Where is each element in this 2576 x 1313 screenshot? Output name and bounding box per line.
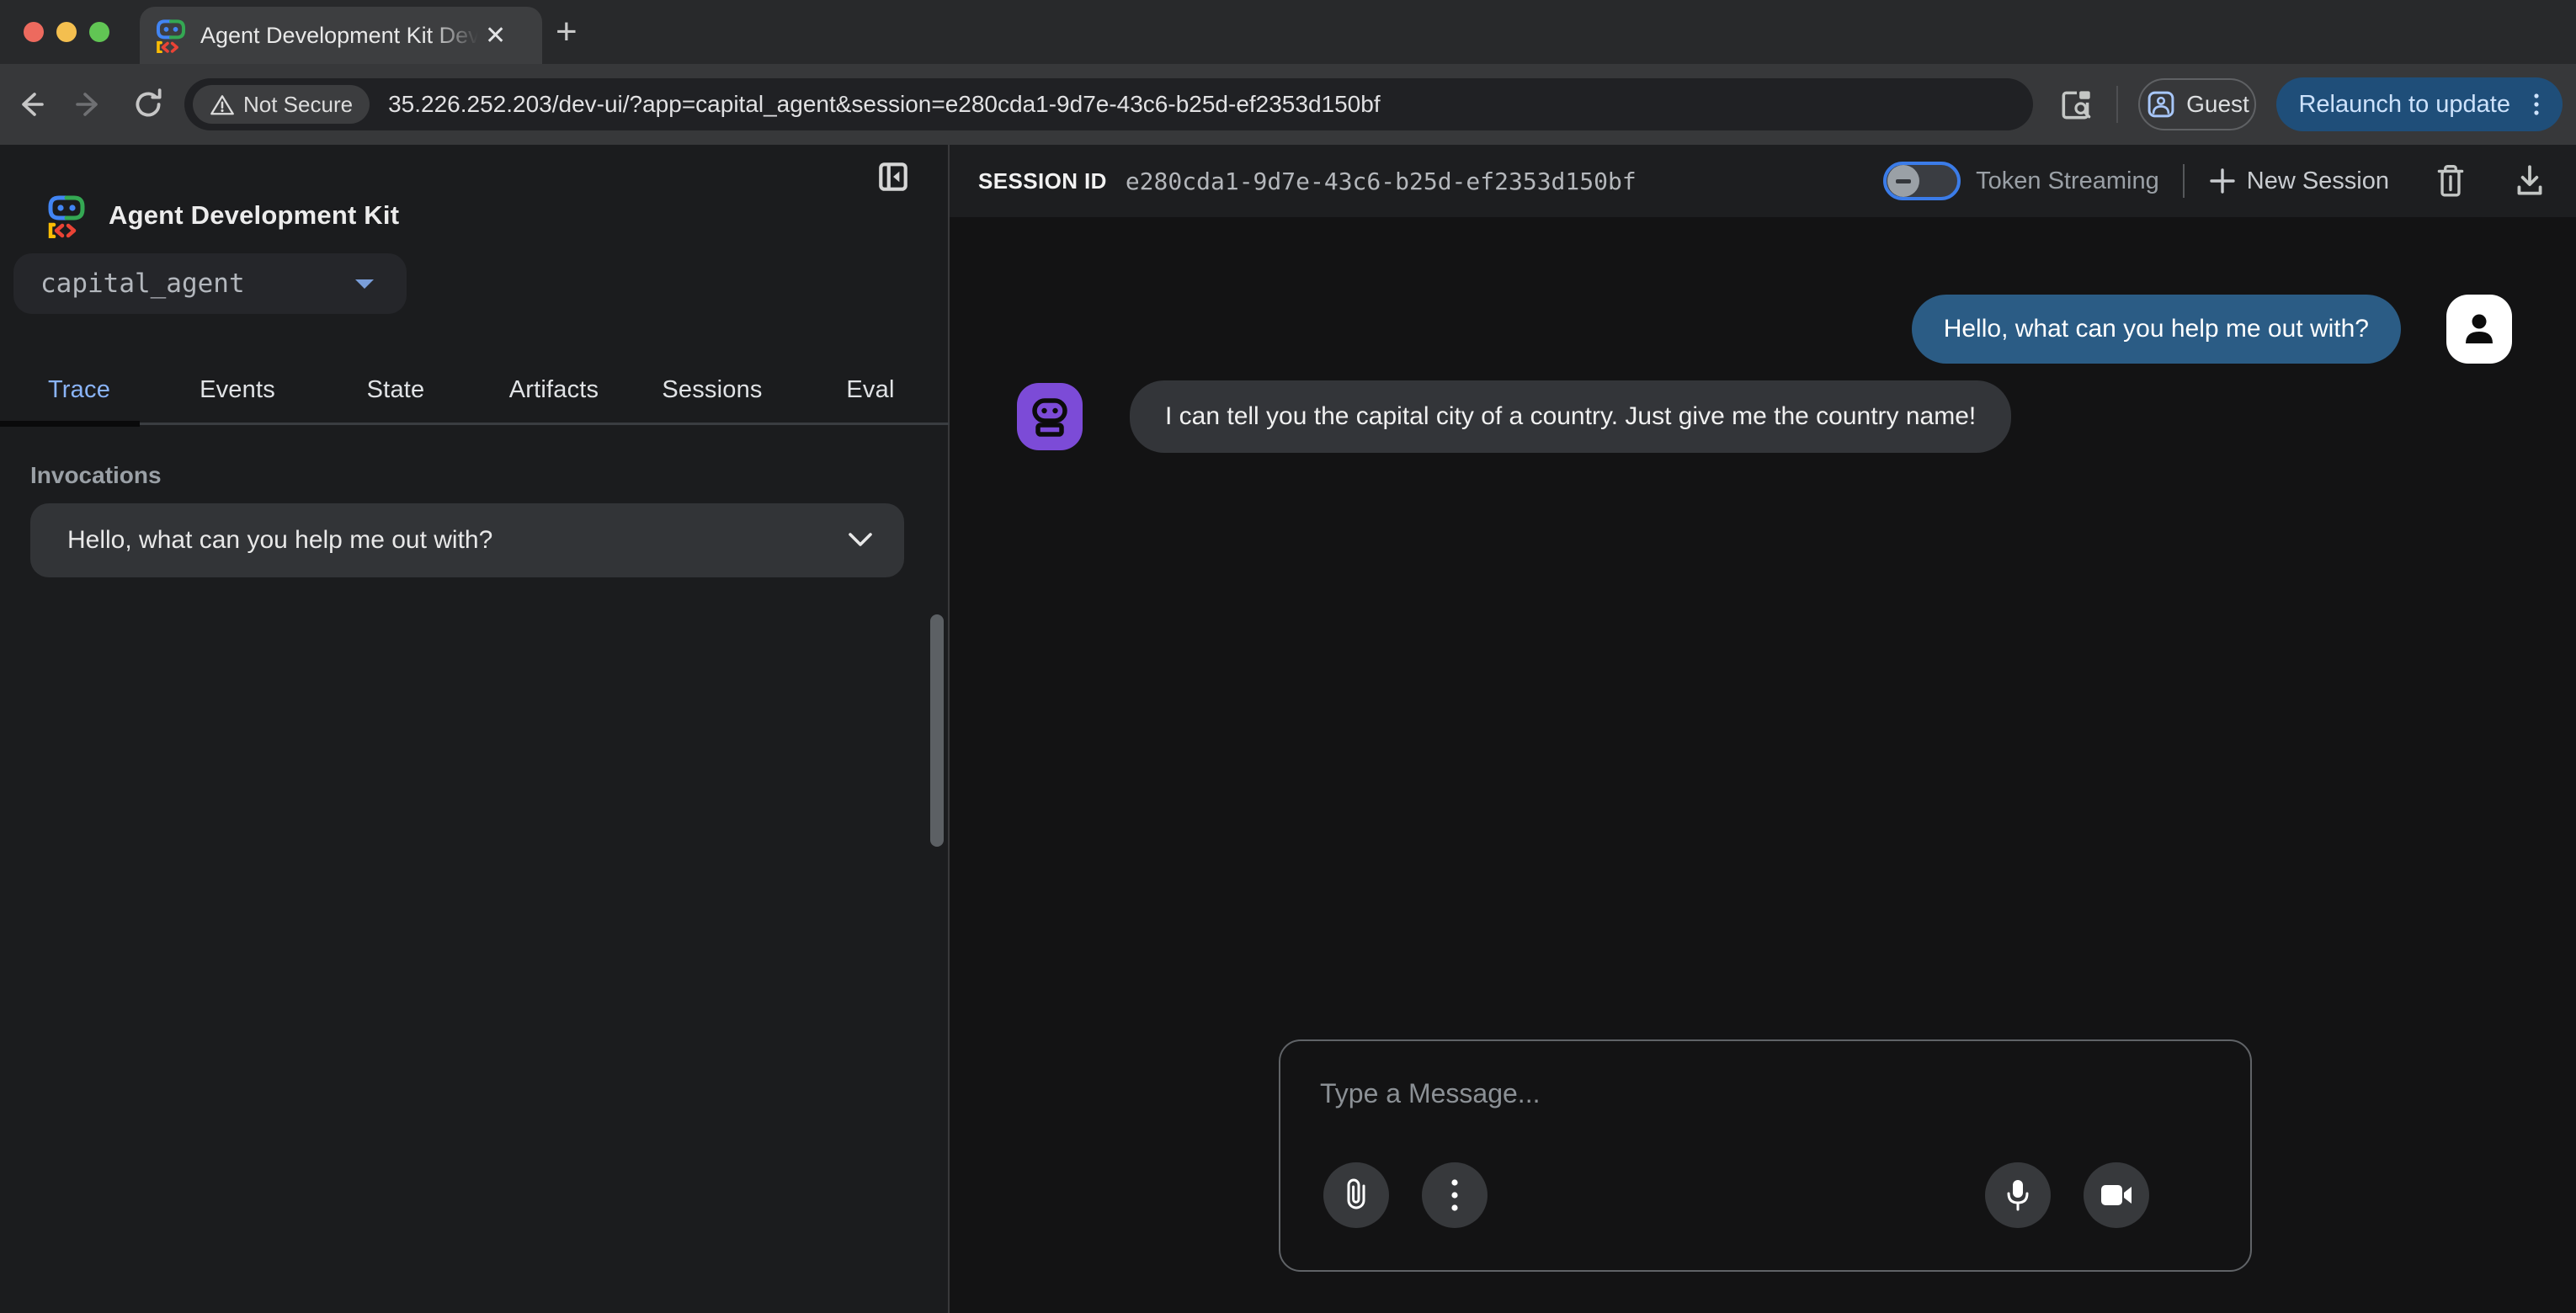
more-vert-icon	[1450, 1177, 1460, 1214]
session-id-label: SESSION ID	[978, 168, 1107, 194]
chat-panel: SESSION ID e280cda1-9d7e-43c6-b25d-ef235…	[950, 145, 2576, 1313]
invocations-heading: Invocations	[30, 462, 162, 489]
invocation-text: Hello, what can you help me out with?	[67, 526, 847, 555]
agent-select-dropdown[interactable]: capital_agent	[13, 253, 407, 314]
microphone-icon	[2002, 1177, 2034, 1214]
plus-icon	[2208, 167, 2237, 195]
user-message-bubble: Hello, what can you help me out with?	[1912, 295, 2401, 364]
toggle-thumb	[1887, 165, 1919, 197]
browser-tab[interactable]: Agent Development Kit Dev UI ✕	[140, 7, 542, 64]
token-streaming-label: Token Streaming	[1976, 167, 2159, 195]
warning-icon	[210, 92, 235, 117]
tab-eval[interactable]: Eval	[791, 358, 950, 423]
tab-artifacts[interactable]: Artifacts	[475, 358, 633, 423]
message-input[interactable]	[1320, 1078, 2162, 1109]
invocation-item[interactable]: Hello, what can you help me out with?	[30, 503, 904, 577]
delete-session-icon[interactable]	[2433, 162, 2468, 199]
collapse-panel-icon[interactable]	[876, 158, 911, 195]
guest-label: Guest	[2186, 91, 2249, 118]
profile-button[interactable]: Guest	[2138, 78, 2256, 130]
relaunch-to-update-button[interactable]: Relaunch to update	[2276, 77, 2563, 131]
video-button[interactable]	[2084, 1162, 2149, 1228]
header-divider	[2183, 164, 2185, 198]
session-header: SESSION ID e280cda1-9d7e-43c6-b25d-ef235…	[950, 145, 2576, 217]
window-zoom-button[interactable]	[89, 22, 109, 42]
user-avatar	[2446, 295, 2512, 364]
microphone-button[interactable]	[1985, 1162, 2051, 1228]
relaunch-label: Relaunch to update	[2298, 91, 2510, 119]
user-message-row: Hello, what can you help me out with?	[1912, 295, 2512, 364]
message-composer	[1279, 1039, 2252, 1272]
adk-favicon	[155, 18, 187, 53]
videocam-icon	[2099, 1182, 2134, 1209]
paperclip-icon	[1340, 1177, 1372, 1213]
url-text: 35.226.252.203/dev-ui/?app=capital_agent…	[388, 91, 1381, 118]
robot-icon	[1030, 396, 1070, 438]
kebab-menu-icon[interactable]	[2522, 88, 2551, 121]
reload-icon[interactable]	[130, 86, 167, 123]
tab-title: Agent Development Kit Dev UI	[200, 23, 478, 49]
session-id-value: e280cda1-9d7e-43c6-b25d-ef2353d150bf	[1126, 167, 1637, 195]
browser-toolbar: Not Secure 35.226.252.203/dev-ui/?app=ca…	[0, 64, 2576, 145]
new-tab-button[interactable]: +	[556, 15, 577, 49]
sidebar: Agent Development Kit capital_agent Trac…	[0, 145, 950, 1313]
agent-select-value: capital_agent	[40, 268, 353, 299]
active-tab-indicator	[0, 421, 140, 427]
new-session-button[interactable]: New Session	[2208, 167, 2389, 195]
address-bar[interactable]: Not Secure 35.226.252.203/dev-ui/?app=ca…	[184, 78, 2033, 130]
token-streaming-toggle[interactable]	[1883, 162, 1961, 200]
tab-trace[interactable]: Trace	[0, 358, 158, 423]
tab-events[interactable]: Events	[158, 358, 317, 423]
sidebar-tabs: Trace Events State Artifacts Sessions Ev…	[0, 358, 950, 425]
bot-message-row: I can tell you the capital city of a cou…	[1017, 380, 2011, 453]
app-title: Agent Development Kit	[109, 200, 399, 231]
chat-messages-area: Hello, what can you help me out with?	[950, 217, 2576, 1313]
back-icon[interactable]	[12, 86, 49, 123]
tab-sessions[interactable]: Sessions	[633, 358, 791, 423]
more-options-button[interactable]	[1422, 1162, 1488, 1228]
security-label: Not Secure	[243, 92, 353, 118]
export-session-icon[interactable]	[2512, 162, 2547, 199]
adk-logo	[46, 193, 87, 238]
chevron-down-icon[interactable]	[847, 532, 874, 549]
new-session-label: New Session	[2247, 167, 2389, 195]
forward-icon[interactable]	[71, 86, 108, 123]
sidebar-scrollbar[interactable]	[930, 614, 944, 847]
person-icon	[2461, 310, 2498, 348]
guest-avatar-icon	[2146, 89, 2176, 120]
caret-down-icon	[353, 276, 376, 291]
tab-close-icon[interactable]: ✕	[485, 21, 506, 50]
attach-file-button[interactable]	[1323, 1162, 1389, 1228]
toolbar-divider	[2116, 86, 2118, 123]
bot-message-bubble: I can tell you the capital city of a cou…	[1130, 380, 2011, 453]
window-minimize-button[interactable]	[56, 22, 77, 42]
browser-tab-strip: Agent Development Kit Dev UI ✕ +	[0, 0, 2576, 64]
tab-state[interactable]: State	[317, 358, 475, 423]
security-chip[interactable]: Not Secure	[193, 85, 370, 124]
bot-avatar	[1017, 383, 1083, 450]
window-controls	[24, 22, 109, 42]
search-tabs-icon[interactable]	[2057, 85, 2096, 124]
window-close-button[interactable]	[24, 22, 44, 42]
